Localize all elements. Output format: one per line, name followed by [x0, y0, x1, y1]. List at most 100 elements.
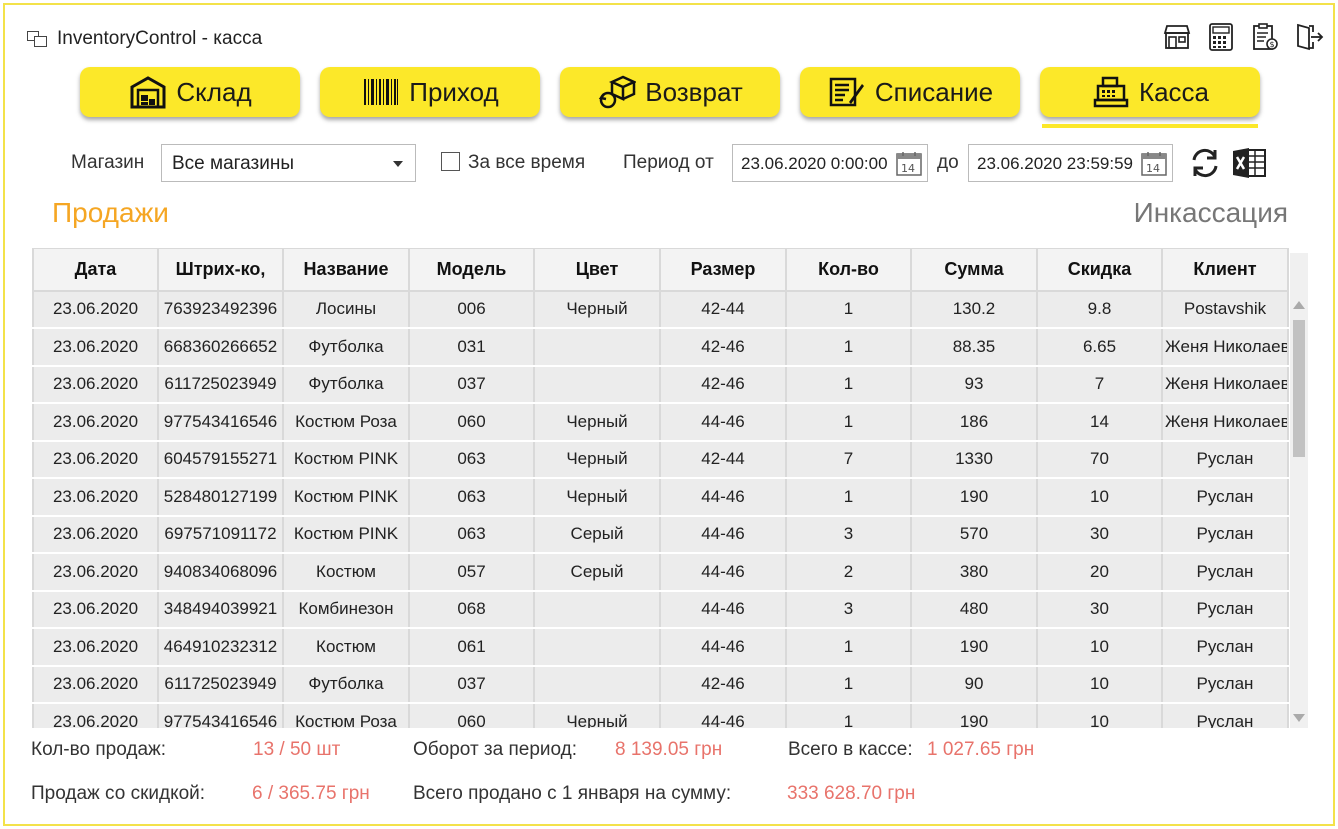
- table-cell: 10: [1036, 627, 1163, 667]
- table-cell: 604579155271: [157, 439, 284, 479]
- table-cell: 697571091172: [157, 514, 284, 554]
- table-row[interactable]: 23.06.2020 528480127199 Костюм PINK 063 Черн…: [32, 477, 1289, 517]
- return-box-icon: [597, 74, 637, 110]
- table-cell: 977543416546: [157, 702, 284, 728]
- clipboard-money-icon[interactable]: $: [1249, 21, 1281, 53]
- window-title: InventoryControl - касса: [57, 28, 263, 49]
- vertical-scrollbar[interactable]: [1290, 253, 1308, 728]
- main-nav: Склад Приход Возврат Списание Касса: [80, 67, 1260, 128]
- table-cell: 42-44: [659, 289, 787, 329]
- table-row[interactable]: 23.06.2020 697571091172 Костюм PINK 063 Серы…: [32, 514, 1289, 554]
- table-cell: 1: [785, 477, 912, 517]
- scrollbar-thumb[interactable]: [1293, 320, 1305, 457]
- app-windows-icon: [27, 29, 49, 49]
- turnover-value: 8 139.05 грн: [615, 739, 723, 760]
- table-cell: Футболка: [282, 364, 410, 404]
- nav-writeoff-button[interactable]: Списание: [800, 67, 1020, 117]
- column-header[interactable]: Кол-во: [785, 248, 912, 292]
- column-header[interactable]: Цвет: [533, 248, 661, 292]
- collection-tab[interactable]: Инкассация: [1134, 197, 1288, 229]
- store-select[interactable]: Все магазины: [161, 144, 416, 182]
- table-cell: Черный: [533, 402, 661, 442]
- table-cell: 006: [408, 289, 535, 329]
- calendar-icon[interactable]: 14: [1140, 150, 1168, 177]
- table-cell: Руслан: [1161, 514, 1289, 554]
- table-cell: 940834068096: [157, 552, 284, 592]
- table-cell: 44-46: [659, 477, 787, 517]
- table-cell: 061: [408, 627, 535, 667]
- table-cell: 037: [408, 664, 535, 704]
- table-row[interactable]: 23.06.2020 464910232312 Костюм 061 44-46 1 190…: [32, 627, 1289, 667]
- nav-return-button[interactable]: Возврат: [560, 67, 780, 117]
- column-header[interactable]: Размер: [659, 248, 787, 292]
- table-cell: 130.2: [910, 289, 1038, 329]
- store-icon[interactable]: [1161, 21, 1193, 53]
- table-row[interactable]: 23.06.2020 940834068096 Костюм 057 Серый 44-4…: [32, 552, 1289, 592]
- logout-icon[interactable]: [1293, 21, 1325, 53]
- cash-total-value: 1 027.65 грн: [927, 739, 1035, 760]
- table-cell: 060: [408, 702, 535, 728]
- column-header[interactable]: Скидка: [1036, 248, 1163, 292]
- table-cell: Костюм: [282, 627, 410, 667]
- table-cell: 23.06.2020: [32, 627, 159, 667]
- table-cell: 9.8: [1036, 289, 1163, 329]
- table-cell: 23.06.2020: [32, 477, 159, 517]
- table-cell: Руслан: [1161, 589, 1289, 629]
- discount-sales-value: 6 / 365.75 грн: [252, 783, 370, 804]
- table-cell: 93: [910, 364, 1038, 404]
- top-toolbar: $: [1161, 21, 1325, 53]
- nav-return-label: Возврат: [645, 76, 743, 107]
- table-cell: 44-46: [659, 589, 787, 629]
- calendar-icon[interactable]: 14: [895, 150, 923, 177]
- table-row[interactable]: 23.06.2020 977543416546 Костюм Роза 060 Черн…: [32, 402, 1289, 442]
- table-row[interactable]: 23.06.2020 977543416546 Костюм Роза 060 Черн…: [32, 702, 1289, 728]
- store-select-value: Все магазины: [172, 153, 294, 174]
- date-to-value: 23.06.2020 23:59:59: [977, 154, 1133, 173]
- column-header[interactable]: Дата: [32, 248, 159, 292]
- sales-count-label: Кол-во продаж:: [31, 739, 167, 760]
- column-header[interactable]: Клиент: [1161, 248, 1289, 292]
- table-row[interactable]: 23.06.2020 611725023949 Футболка 037 42-46 1 9…: [32, 664, 1289, 704]
- table-cell: 23.06.2020: [32, 552, 159, 592]
- table-cell: 977543416546: [157, 402, 284, 442]
- table-row[interactable]: 23.06.2020 604579155271 Костюм PINK 063 Черн…: [32, 439, 1289, 479]
- store-label: Магазин: [71, 152, 145, 173]
- column-header[interactable]: Штрих-ко,: [157, 248, 284, 292]
- table-cell: [533, 627, 661, 667]
- table-row[interactable]: 23.06.2020 348494039921 Комбинезон 068 44-46…: [32, 589, 1289, 629]
- table-cell: 44-46: [659, 627, 787, 667]
- excel-export-icon[interactable]: [1231, 146, 1267, 180]
- nav-income-button[interactable]: Приход: [320, 67, 540, 117]
- table-cell: Черный: [533, 289, 661, 329]
- all-time-checkbox[interactable]: [441, 152, 460, 171]
- sales-tab[interactable]: Продажи: [52, 197, 169, 229]
- scroll-down-icon[interactable]: [1293, 714, 1305, 722]
- nav-cash-button[interactable]: Касса: [1040, 67, 1260, 128]
- date-to-picker[interactable]: 23.06.2020 23:59:59 14: [968, 144, 1173, 182]
- table-cell: 031: [408, 327, 535, 367]
- all-time-label: За все время: [468, 152, 586, 173]
- table-cell: 42-44: [659, 439, 787, 479]
- table-cell: Руслан: [1161, 702, 1289, 728]
- table-cell: [533, 327, 661, 367]
- discount-sales-label: Продаж со скидкой:: [31, 783, 206, 804]
- table-cell: 190: [910, 477, 1038, 517]
- column-header[interactable]: Название: [282, 248, 410, 292]
- table-cell: 1: [785, 627, 912, 667]
- table-row[interactable]: 23.06.2020 668360266652 Футболка 031 42-46 1 8…: [32, 327, 1289, 367]
- calculator-icon[interactable]: [1205, 21, 1237, 53]
- warehouse-icon: [128, 74, 168, 110]
- table-row[interactable]: 23.06.2020 763923492396 Лосины 006 Черный 42-…: [32, 289, 1289, 329]
- column-header[interactable]: Сумма: [910, 248, 1038, 292]
- scroll-up-icon[interactable]: [1293, 301, 1305, 309]
- chevron-down-icon: [393, 161, 403, 167]
- table-cell: [533, 364, 661, 404]
- table-cell: 10: [1036, 702, 1163, 728]
- table-cell: 3: [785, 589, 912, 629]
- date-from-picker[interactable]: 23.06.2020 0:00:00 14: [732, 144, 928, 182]
- column-header[interactable]: Модель: [408, 248, 535, 292]
- refresh-icon[interactable]: [1188, 146, 1222, 180]
- nav-warehouse-button[interactable]: Склад: [80, 67, 300, 117]
- table-cell: 23.06.2020: [32, 664, 159, 704]
- table-row[interactable]: 23.06.2020 611725023949 Футболка 037 42-46 1 9…: [32, 364, 1289, 404]
